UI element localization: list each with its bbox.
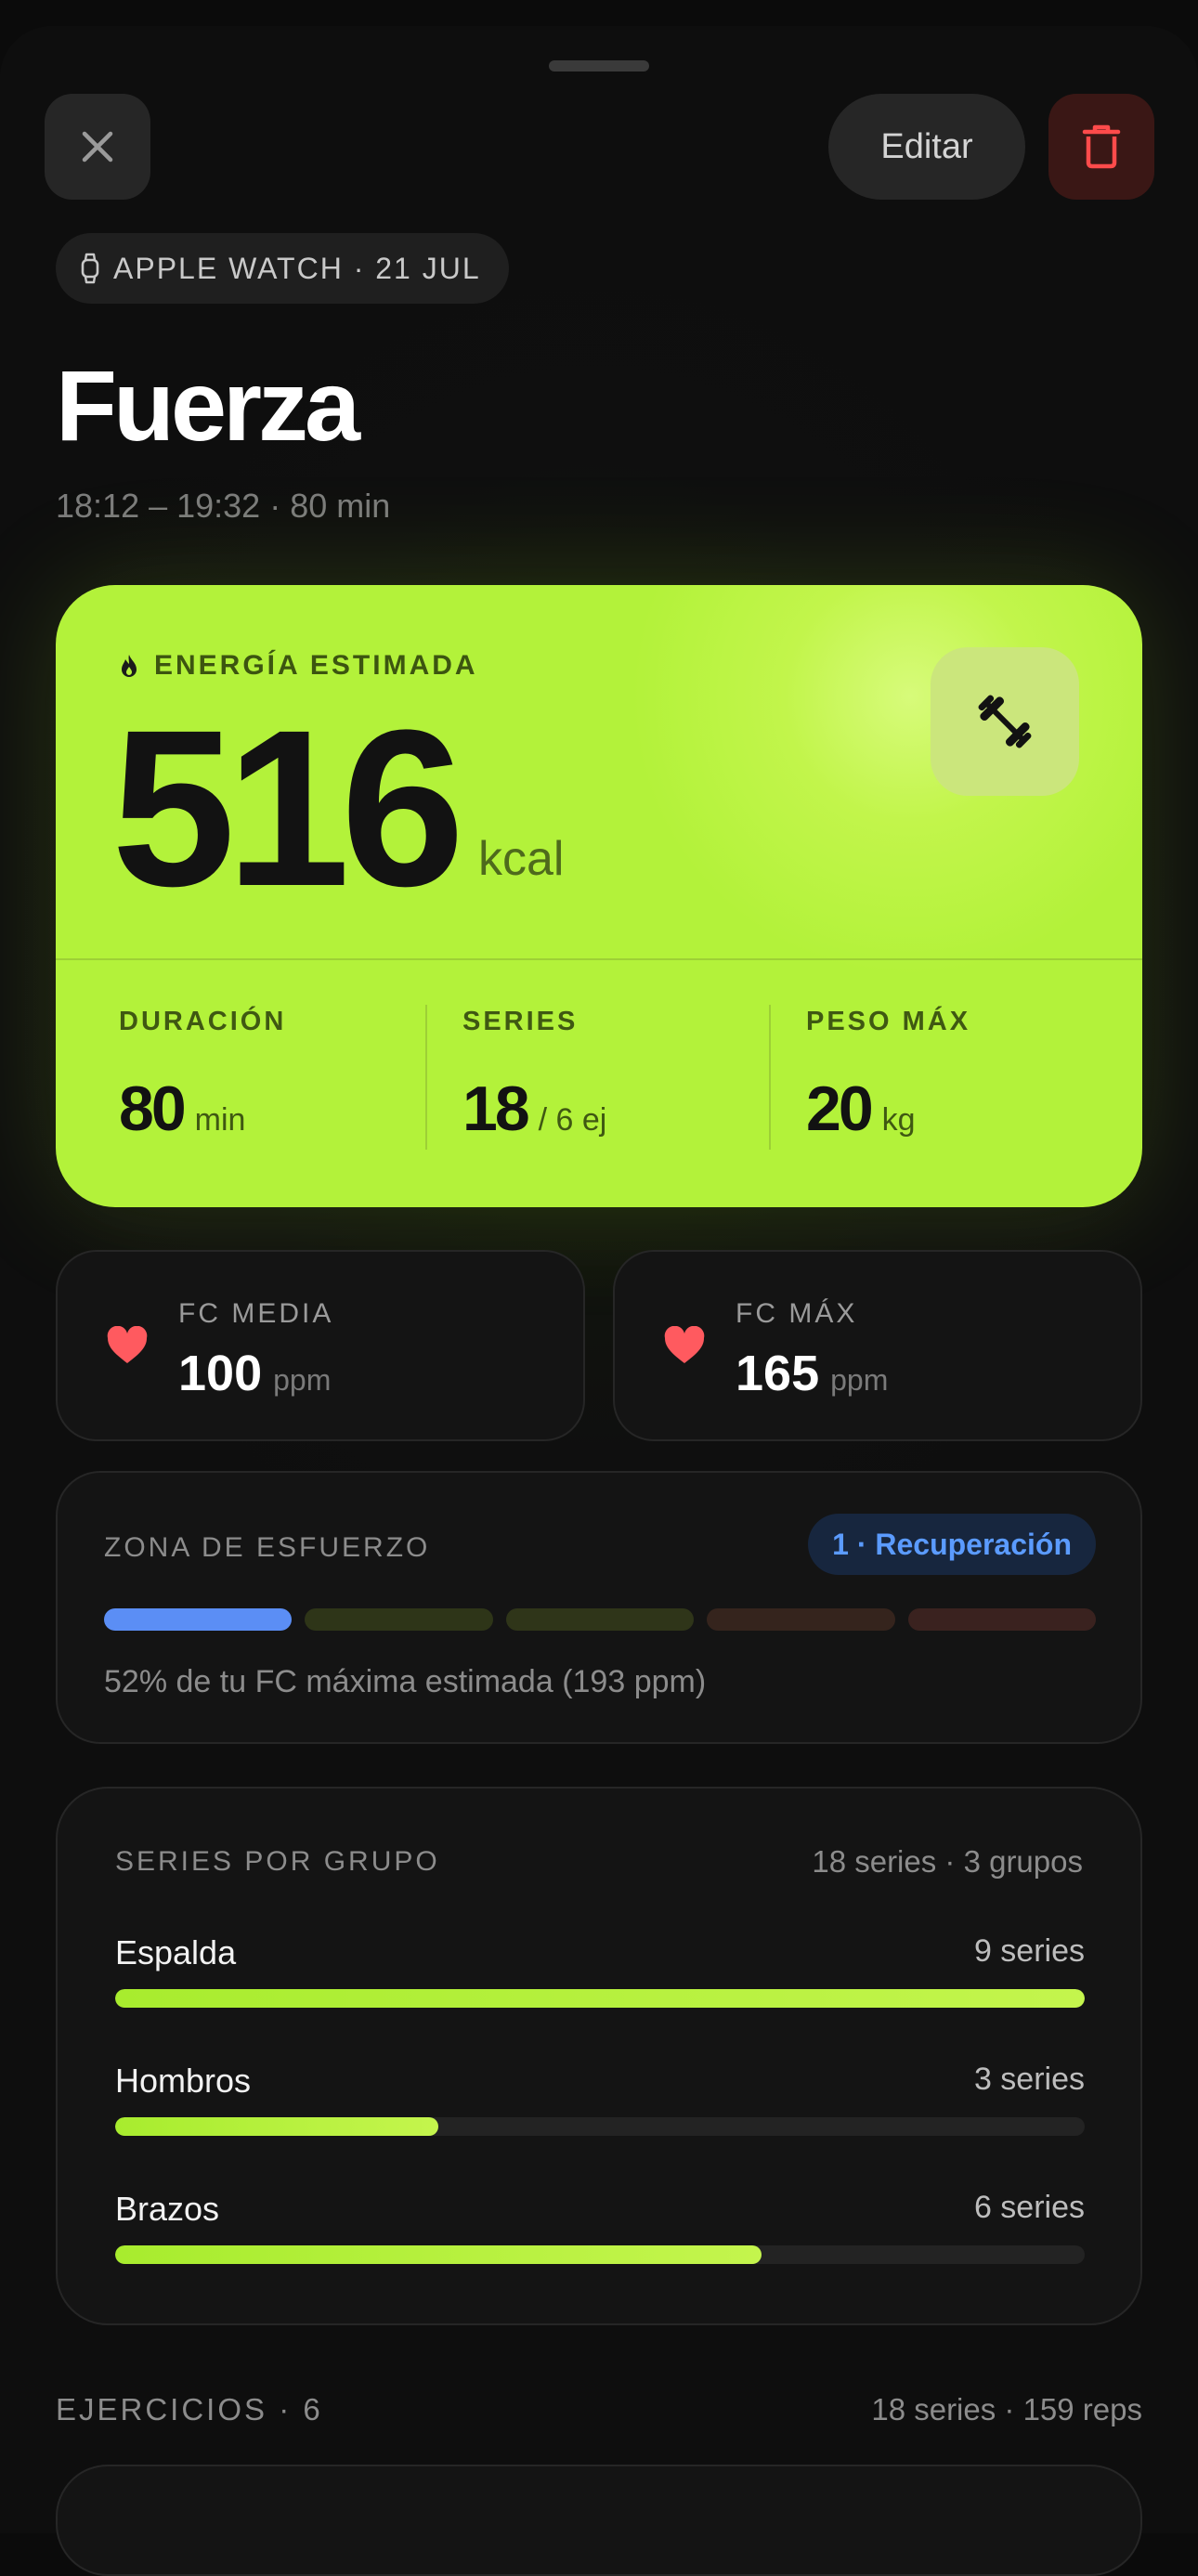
flame-icon — [122, 655, 137, 677]
effort-zone-description: 52% de tu FC máxima estimada (193 ppm) — [104, 1664, 707, 1699]
zone-segment-3 — [505, 1608, 695, 1631]
series-by-group-card: SERIES POR GRUPO 18 series · 3 grupos Es… — [56, 1787, 1142, 2325]
group-progress-fill — [115, 2245, 762, 2264]
hr-average-unit: ppm — [273, 1363, 332, 1397]
hr-average-label: FC MEDIA — [178, 1298, 334, 1329]
sheet-grabber[interactable] — [549, 60, 649, 72]
workout-type-badge — [931, 647, 1079, 796]
stat-max-weight-label: PESO MÁX — [806, 1007, 971, 1036]
stat-series: SERIES 18 / 6 ej — [462, 1007, 606, 1145]
series-by-group-label: SERIES POR GRUPO — [115, 1846, 440, 1877]
hr-average-card: FC MEDIA 100 ppm — [56, 1250, 585, 1441]
hr-max-unit: ppm — [830, 1363, 889, 1397]
energy-label: ENERGÍA ESTIMADA — [154, 650, 478, 681]
zone-segment-4 — [707, 1608, 895, 1631]
effort-zone-card: ZONA DE ESFUERZO 1 · Recuperación 52% de… — [56, 1471, 1142, 1744]
group-progress-fill — [115, 1989, 1085, 2008]
edit-button[interactable]: Editar — [828, 94, 1025, 200]
group-count: 6 series — [973, 2190, 1085, 2225]
stat-series-label: SERIES — [462, 1007, 579, 1036]
group-progress-fill — [115, 2117, 438, 2136]
heart-icon — [107, 1326, 148, 1363]
energy-value: 516 — [111, 683, 464, 932]
hr-max-value: 165 — [736, 1346, 820, 1401]
group-progress-track — [115, 2117, 1085, 2136]
stat-max-weight: PESO MÁX 20 kg — [806, 1007, 970, 1145]
workout-detail-sheet: Editar APPLE WATCH · 21 JUL Fuerza 18:12… — [0, 26, 1198, 2576]
stat-duration-value: 80 — [119, 1073, 187, 1144]
group-name: Brazos — [115, 2190, 220, 2228]
workout-title: Fuerza — [56, 349, 360, 462]
hr-average-value: 100 — [178, 1346, 263, 1401]
delete-button[interactable] — [1048, 94, 1154, 200]
energy-divider — [56, 958, 1142, 960]
workout-time-range: 18:12 – 19:32 · 80 min — [56, 487, 391, 525]
exercises-section-label: EJERCICIOS · 6 — [56, 2392, 323, 2426]
stat-max-weight-value: 20 — [806, 1073, 874, 1144]
effort-zone-badge: 1 · Recuperación — [808, 1514, 1096, 1575]
stat-max-weight-unit: kg — [881, 1102, 916, 1138]
group-progress-track — [115, 2245, 1085, 2264]
group-name: Espalda — [115, 1933, 237, 1971]
effort-zone-label: ZONA DE ESFUERZO — [104, 1532, 431, 1563]
stat-duration-label: DURACIÓN — [119, 1007, 287, 1036]
effort-zone-bar — [104, 1608, 1097, 1631]
stat-duration-unit: min — [194, 1102, 246, 1138]
hr-max-card: FC MÁX 165 ppm — [613, 1250, 1142, 1441]
zone-segment-1 — [104, 1608, 293, 1631]
zone-segment-2 — [305, 1608, 493, 1631]
source-text: APPLE WATCH · 21 JUL — [113, 251, 481, 285]
energy-label-row: ENERGÍA ESTIMADA — [119, 650, 478, 682]
group-count: 9 series — [973, 1933, 1085, 1969]
group-progress-track — [115, 1989, 1085, 2008]
stat-divider — [769, 1005, 771, 1150]
trash-icon — [1082, 124, 1121, 169]
energy-card: ENERGÍA ESTIMADA 516 kcal DURACIÓN 80 mi… — [56, 585, 1142, 1207]
hr-max-label: FC MÁX — [736, 1298, 858, 1329]
close-button[interactable] — [45, 94, 150, 200]
series-by-group-summary: 18 series · 3 grupos — [812, 1844, 1083, 1879]
exercise-card[interactable] — [56, 2465, 1142, 2576]
stat-duration: DURACIÓN 80 min — [119, 1007, 286, 1145]
heart-icon — [664, 1326, 705, 1363]
zone-segment-5 — [907, 1608, 1097, 1631]
stat-series-unit: / 6 ej — [538, 1102, 607, 1138]
group-name: Hombros — [115, 2062, 252, 2100]
stat-divider — [425, 1005, 427, 1150]
dumbbell-icon — [978, 695, 1032, 748]
group-count: 3 series — [973, 2062, 1085, 2097]
watch-icon — [81, 253, 99, 284]
energy-unit: kcal — [478, 832, 565, 886]
exercises-section-summary: 18 series · 159 reps — [871, 2392, 1142, 2426]
stat-series-value: 18 — [462, 1073, 530, 1144]
source-chip: APPLE WATCH · 21 JUL — [56, 233, 509, 304]
close-icon — [82, 131, 113, 163]
